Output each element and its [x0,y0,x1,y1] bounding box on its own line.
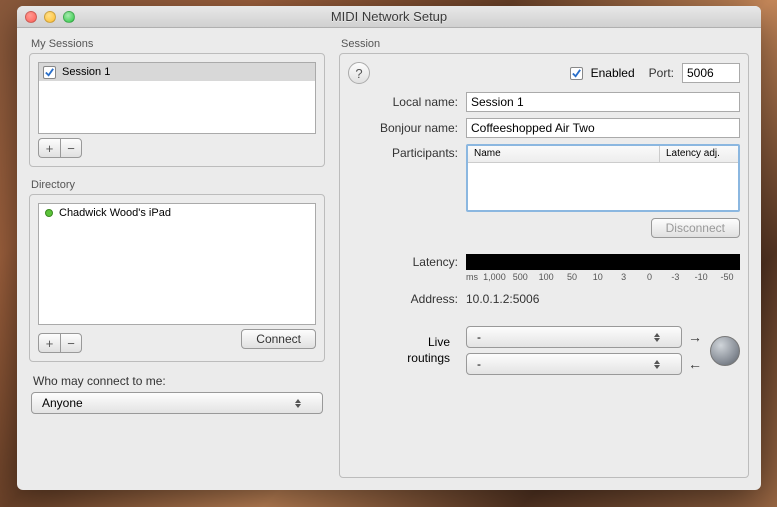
session-name: Session 1 [62,66,110,78]
arrow-left-icon: ← [688,356,702,372]
port-label: Port: [649,66,674,80]
local-name-label: Local name: [348,95,466,109]
directory-row[interactable]: Chadwick Wood's iPad [39,204,315,222]
who-may-connect-label: Who may connect to me: [29,374,325,388]
session-checkbox[interactable] [43,66,56,79]
participants-header: Name Latency adj. [468,146,738,163]
participants-label: Participants: [348,144,466,160]
directory-plus-minus: + − [38,333,82,353]
globe-icon [710,336,740,366]
address-label: Address: [348,292,466,306]
address-value: 10.0.1.2:5006 [466,292,539,306]
sessions-list[interactable]: Session 1 [38,62,316,134]
who-may-connect-value: Anyone [42,396,83,410]
bonjour-name-label: Bonjour name: [348,121,466,135]
live-routing-in-select[interactable]: - [466,353,682,375]
titlebar: MIDI Network Setup [17,6,761,28]
participants-col-latency: Latency adj. [660,146,738,162]
live-routings-label: Liveroutings [348,335,458,366]
window: MIDI Network Setup My Sessions Session 1… [17,6,761,490]
live-routing-out-select[interactable]: - [466,326,682,348]
chevron-updown-icon [653,360,661,369]
connect-button[interactable]: Connect [241,329,316,349]
online-status-icon [45,209,53,217]
my-sessions-group: Session 1 + − [29,53,325,167]
chevron-updown-icon [294,399,302,408]
zoom-icon[interactable] [63,11,75,23]
my-sessions-label: My Sessions [29,38,325,50]
enabled-label: Enabled [591,66,635,80]
remove-directory-button[interactable]: − [60,333,82,353]
add-session-button[interactable]: + [38,138,60,158]
latency-bar [466,254,740,270]
directory-item-name: Chadwick Wood's iPad [59,207,171,219]
help-button[interactable]: ? [348,62,370,84]
bonjour-name-input[interactable] [466,118,740,138]
left-column: My Sessions Session 1 + − Directory [29,38,325,478]
session-group-label: Session [339,38,749,50]
participants-col-name: Name [468,146,660,162]
session-group: ? Enabled Port: Local name: Bonjour name… [339,53,749,478]
close-icon[interactable] [25,11,37,23]
right-column: Session ? Enabled Port: Local name: [339,38,749,478]
who-may-connect-select[interactable]: Anyone [31,392,323,414]
directory-label: Directory [29,179,325,191]
window-title: MIDI Network Setup [17,9,761,24]
enabled-checkbox[interactable] [570,67,583,80]
chevron-updown-icon [653,333,661,342]
port-input[interactable] [682,63,740,83]
directory-group: Chadwick Wood's iPad + − Connect [29,194,325,362]
add-directory-button[interactable]: + [38,333,60,353]
local-name-input[interactable] [466,92,740,112]
disconnect-button[interactable]: Disconnect [651,218,740,238]
arrow-right-icon: → [688,329,702,345]
latency-scale: ms 1,000 500 100 50 10 3 0 -3 -10 -50 [466,272,740,282]
traffic-lights [25,11,75,23]
directory-list[interactable]: Chadwick Wood's iPad [38,203,316,325]
minimize-icon[interactable] [44,11,56,23]
sessions-plus-minus: + − [38,138,316,158]
session-row[interactable]: Session 1 [39,63,315,81]
latency-label: Latency: [348,255,466,269]
remove-session-button[interactable]: − [60,138,82,158]
participants-table[interactable]: Name Latency adj. [466,144,740,212]
content: My Sessions Session 1 + − Directory [17,28,761,490]
